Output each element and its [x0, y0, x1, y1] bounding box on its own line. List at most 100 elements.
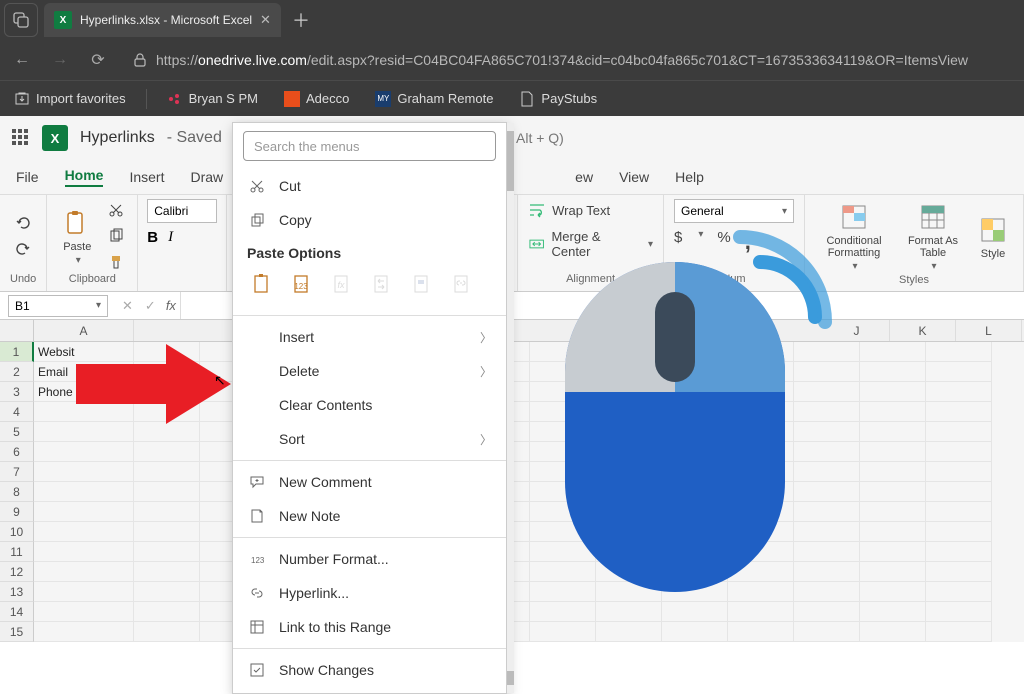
- row-header[interactable]: 5: [0, 422, 34, 442]
- ctx-show-changes[interactable]: Show Changes: [233, 653, 506, 687]
- cell[interactable]: [860, 462, 926, 482]
- cell[interactable]: [34, 542, 134, 562]
- cell[interactable]: [530, 622, 596, 642]
- undo-button[interactable]: [12, 212, 34, 234]
- browser-tab-active[interactable]: X Hyperlinks.xlsx - Microsoft Excel ✕: [44, 3, 281, 37]
- cell[interactable]: [926, 342, 992, 362]
- cell[interactable]: [926, 562, 992, 582]
- app-launcher-button[interactable]: [12, 129, 30, 147]
- row-header[interactable]: 10: [0, 522, 34, 542]
- cell[interactable]: [728, 602, 794, 622]
- col-header-A[interactable]: A: [34, 320, 134, 341]
- cell[interactable]: [860, 602, 926, 622]
- number-format-select[interactable]: General▾: [674, 199, 794, 223]
- cell[interactable]: [860, 402, 926, 422]
- context-scrollbar-thumb[interactable]: [507, 131, 514, 191]
- row-header[interactable]: 14: [0, 602, 34, 622]
- cell[interactable]: [134, 562, 200, 582]
- refresh-button[interactable]: ⟳: [84, 46, 112, 74]
- row-header[interactable]: 15: [0, 622, 34, 642]
- ctx-sort[interactable]: Sort〉: [233, 422, 506, 456]
- ctx-new-note[interactable]: New Note: [233, 499, 506, 533]
- format-as-table-button[interactable]: Format As Table▾: [901, 199, 965, 274]
- cell[interactable]: [926, 442, 992, 462]
- back-button[interactable]: ←: [8, 46, 36, 74]
- tab-draw[interactable]: Draw: [190, 169, 223, 185]
- cell[interactable]: [134, 422, 200, 442]
- format-painter-button[interactable]: [105, 251, 127, 273]
- bookmark-paystubs[interactable]: PayStubs: [513, 87, 603, 111]
- cell[interactable]: [860, 622, 926, 642]
- ctx-insert[interactable]: Insert〉: [233, 320, 506, 354]
- cell[interactable]: [860, 342, 926, 362]
- cell[interactable]: [926, 622, 992, 642]
- menu-search-input[interactable]: Search the menus: [243, 131, 496, 161]
- row-header[interactable]: 2: [0, 362, 34, 382]
- context-scrollbar-track[interactable]: [507, 123, 514, 693]
- cell[interactable]: [926, 522, 992, 542]
- cell[interactable]: [860, 582, 926, 602]
- redo-button[interactable]: [12, 238, 34, 260]
- paste-button[interactable]: Paste ▾: [57, 205, 97, 268]
- cell[interactable]: [134, 582, 200, 602]
- cell[interactable]: [34, 562, 134, 582]
- tab-insert[interactable]: Insert: [129, 169, 164, 185]
- bookmark-graham[interactable]: MY Graham Remote: [369, 87, 499, 111]
- paste-default[interactable]: [247, 269, 279, 301]
- row-header[interactable]: 1: [0, 342, 34, 362]
- row-header[interactable]: 6: [0, 442, 34, 462]
- cell[interactable]: [926, 602, 992, 622]
- cancel-edit-button[interactable]: ✕: [116, 298, 139, 314]
- cell[interactable]: [596, 622, 662, 642]
- tab-help[interactable]: Help: [675, 169, 704, 185]
- bookmark-bryan[interactable]: Bryan S PM: [161, 87, 264, 111]
- cell[interactable]: [860, 422, 926, 442]
- cell[interactable]: [34, 622, 134, 642]
- cell[interactable]: [134, 482, 200, 502]
- import-favorites-button[interactable]: Import favorites: [8, 87, 132, 111]
- cell[interactable]: [860, 522, 926, 542]
- ctx-hyperlink[interactable]: Hyperlink...: [233, 576, 506, 610]
- wrap-text-button[interactable]: Wrap Text: [528, 199, 610, 221]
- cell[interactable]: [860, 502, 926, 522]
- copy-button[interactable]: [105, 225, 127, 247]
- tab-home[interactable]: Home: [65, 167, 104, 187]
- cell[interactable]: [134, 462, 200, 482]
- ctx-new-comment[interactable]: New Comment: [233, 465, 506, 499]
- document-name[interactable]: Hyperlinks: [80, 129, 155, 147]
- row-header[interactable]: 9: [0, 502, 34, 522]
- row-header[interactable]: 8: [0, 482, 34, 502]
- name-box[interactable]: B1▾: [8, 295, 108, 317]
- new-tab-button[interactable]: ＋: [287, 6, 315, 34]
- tab-review-partial[interactable]: ew: [575, 169, 593, 185]
- tab-view[interactable]: View: [619, 169, 649, 185]
- bookmark-adecco[interactable]: Adecco: [278, 87, 355, 111]
- cell[interactable]: [34, 462, 134, 482]
- cell[interactable]: [34, 482, 134, 502]
- cell[interactable]: [926, 542, 992, 562]
- fx-label[interactable]: fx: [162, 298, 180, 313]
- cell[interactable]: [34, 582, 134, 602]
- cell[interactable]: [926, 582, 992, 602]
- cell[interactable]: [134, 502, 200, 522]
- cell[interactable]: [134, 522, 200, 542]
- confirm-edit-button[interactable]: ✓: [139, 298, 162, 314]
- cell[interactable]: [794, 622, 860, 642]
- cell[interactable]: [860, 562, 926, 582]
- cell[interactable]: [134, 542, 200, 562]
- cell[interactable]: [860, 442, 926, 462]
- tab-file[interactable]: File: [16, 169, 39, 185]
- cell[interactable]: [794, 602, 860, 622]
- paste-values[interactable]: 123: [287, 269, 319, 301]
- ctx-number-format[interactable]: 123Number Format...: [233, 542, 506, 576]
- row-header[interactable]: 3: [0, 382, 34, 402]
- cell[interactable]: [860, 482, 926, 502]
- cell[interactable]: [34, 422, 134, 442]
- cell[interactable]: [662, 602, 728, 622]
- bold-button[interactable]: B: [147, 229, 158, 246]
- cell-styles-button[interactable]: Style: [973, 212, 1013, 262]
- cell[interactable]: [34, 442, 134, 462]
- cell[interactable]: [860, 382, 926, 402]
- cell[interactable]: [926, 362, 992, 382]
- context-scrollbar-thumb-bottom[interactable]: [507, 671, 514, 685]
